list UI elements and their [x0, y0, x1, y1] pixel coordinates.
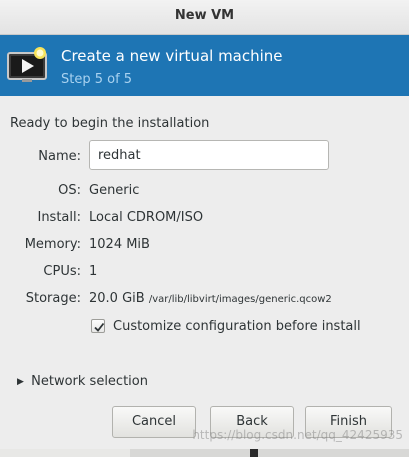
storage-size: 20.0 GiB — [89, 291, 145, 306]
cancel-button[interactable]: Cancel — [112, 406, 196, 438]
summary-panel: Ready to begin the installation Name: OS… — [0, 96, 409, 457]
storage-label: Storage: — [25, 291, 81, 306]
expander-arrow-icon: ▶ — [17, 377, 24, 387]
os-value: Generic — [89, 183, 140, 198]
network-selection-expander[interactable]: ▶ Network selection — [17, 374, 148, 389]
strip-segment — [0, 449, 130, 457]
window-titlebar: New VM — [0, 0, 409, 35]
cpus-label: CPUs: — [43, 264, 81, 279]
storage-path: /var/lib/libvirt/images/generic.qcow2 — [148, 294, 332, 305]
strip-segment-dark — [250, 449, 258, 457]
banner-title: Create a new virtual machine — [61, 47, 283, 65]
banner-step: Step 5 of 5 — [61, 72, 133, 87]
vm-monitor-icon — [6, 43, 50, 85]
install-value: Local CDROM/ISO — [89, 210, 204, 225]
watermark: https://blog.csdn.net/qq_42425935 — [192, 428, 403, 442]
name-field[interactable] — [89, 140, 329, 170]
install-label: Install: — [37, 210, 81, 225]
customize-checkbox[interactable] — [91, 319, 105, 333]
bottom-strip — [0, 449, 409, 457]
customize-label[interactable]: Customize configuration before install — [113, 319, 361, 334]
checkmark-icon — [94, 322, 105, 332]
cpus-value: 1 — [89, 264, 98, 279]
name-label: Name: — [38, 149, 81, 164]
network-selection-label: Network selection — [31, 374, 148, 389]
window-title: New VM — [174, 8, 235, 23]
os-label: OS: — [58, 183, 81, 198]
memory-value: 1024 MiB — [89, 237, 150, 252]
wizard-banner: Create a new virtual machine Step 5 of 5 — [0, 35, 409, 96]
summary-heading: Ready to begin the installation — [10, 116, 210, 131]
storage-value: 20.0 GiB /var/lib/libvirt/images/generic… — [89, 291, 332, 306]
memory-label: Memory: — [24, 237, 81, 252]
